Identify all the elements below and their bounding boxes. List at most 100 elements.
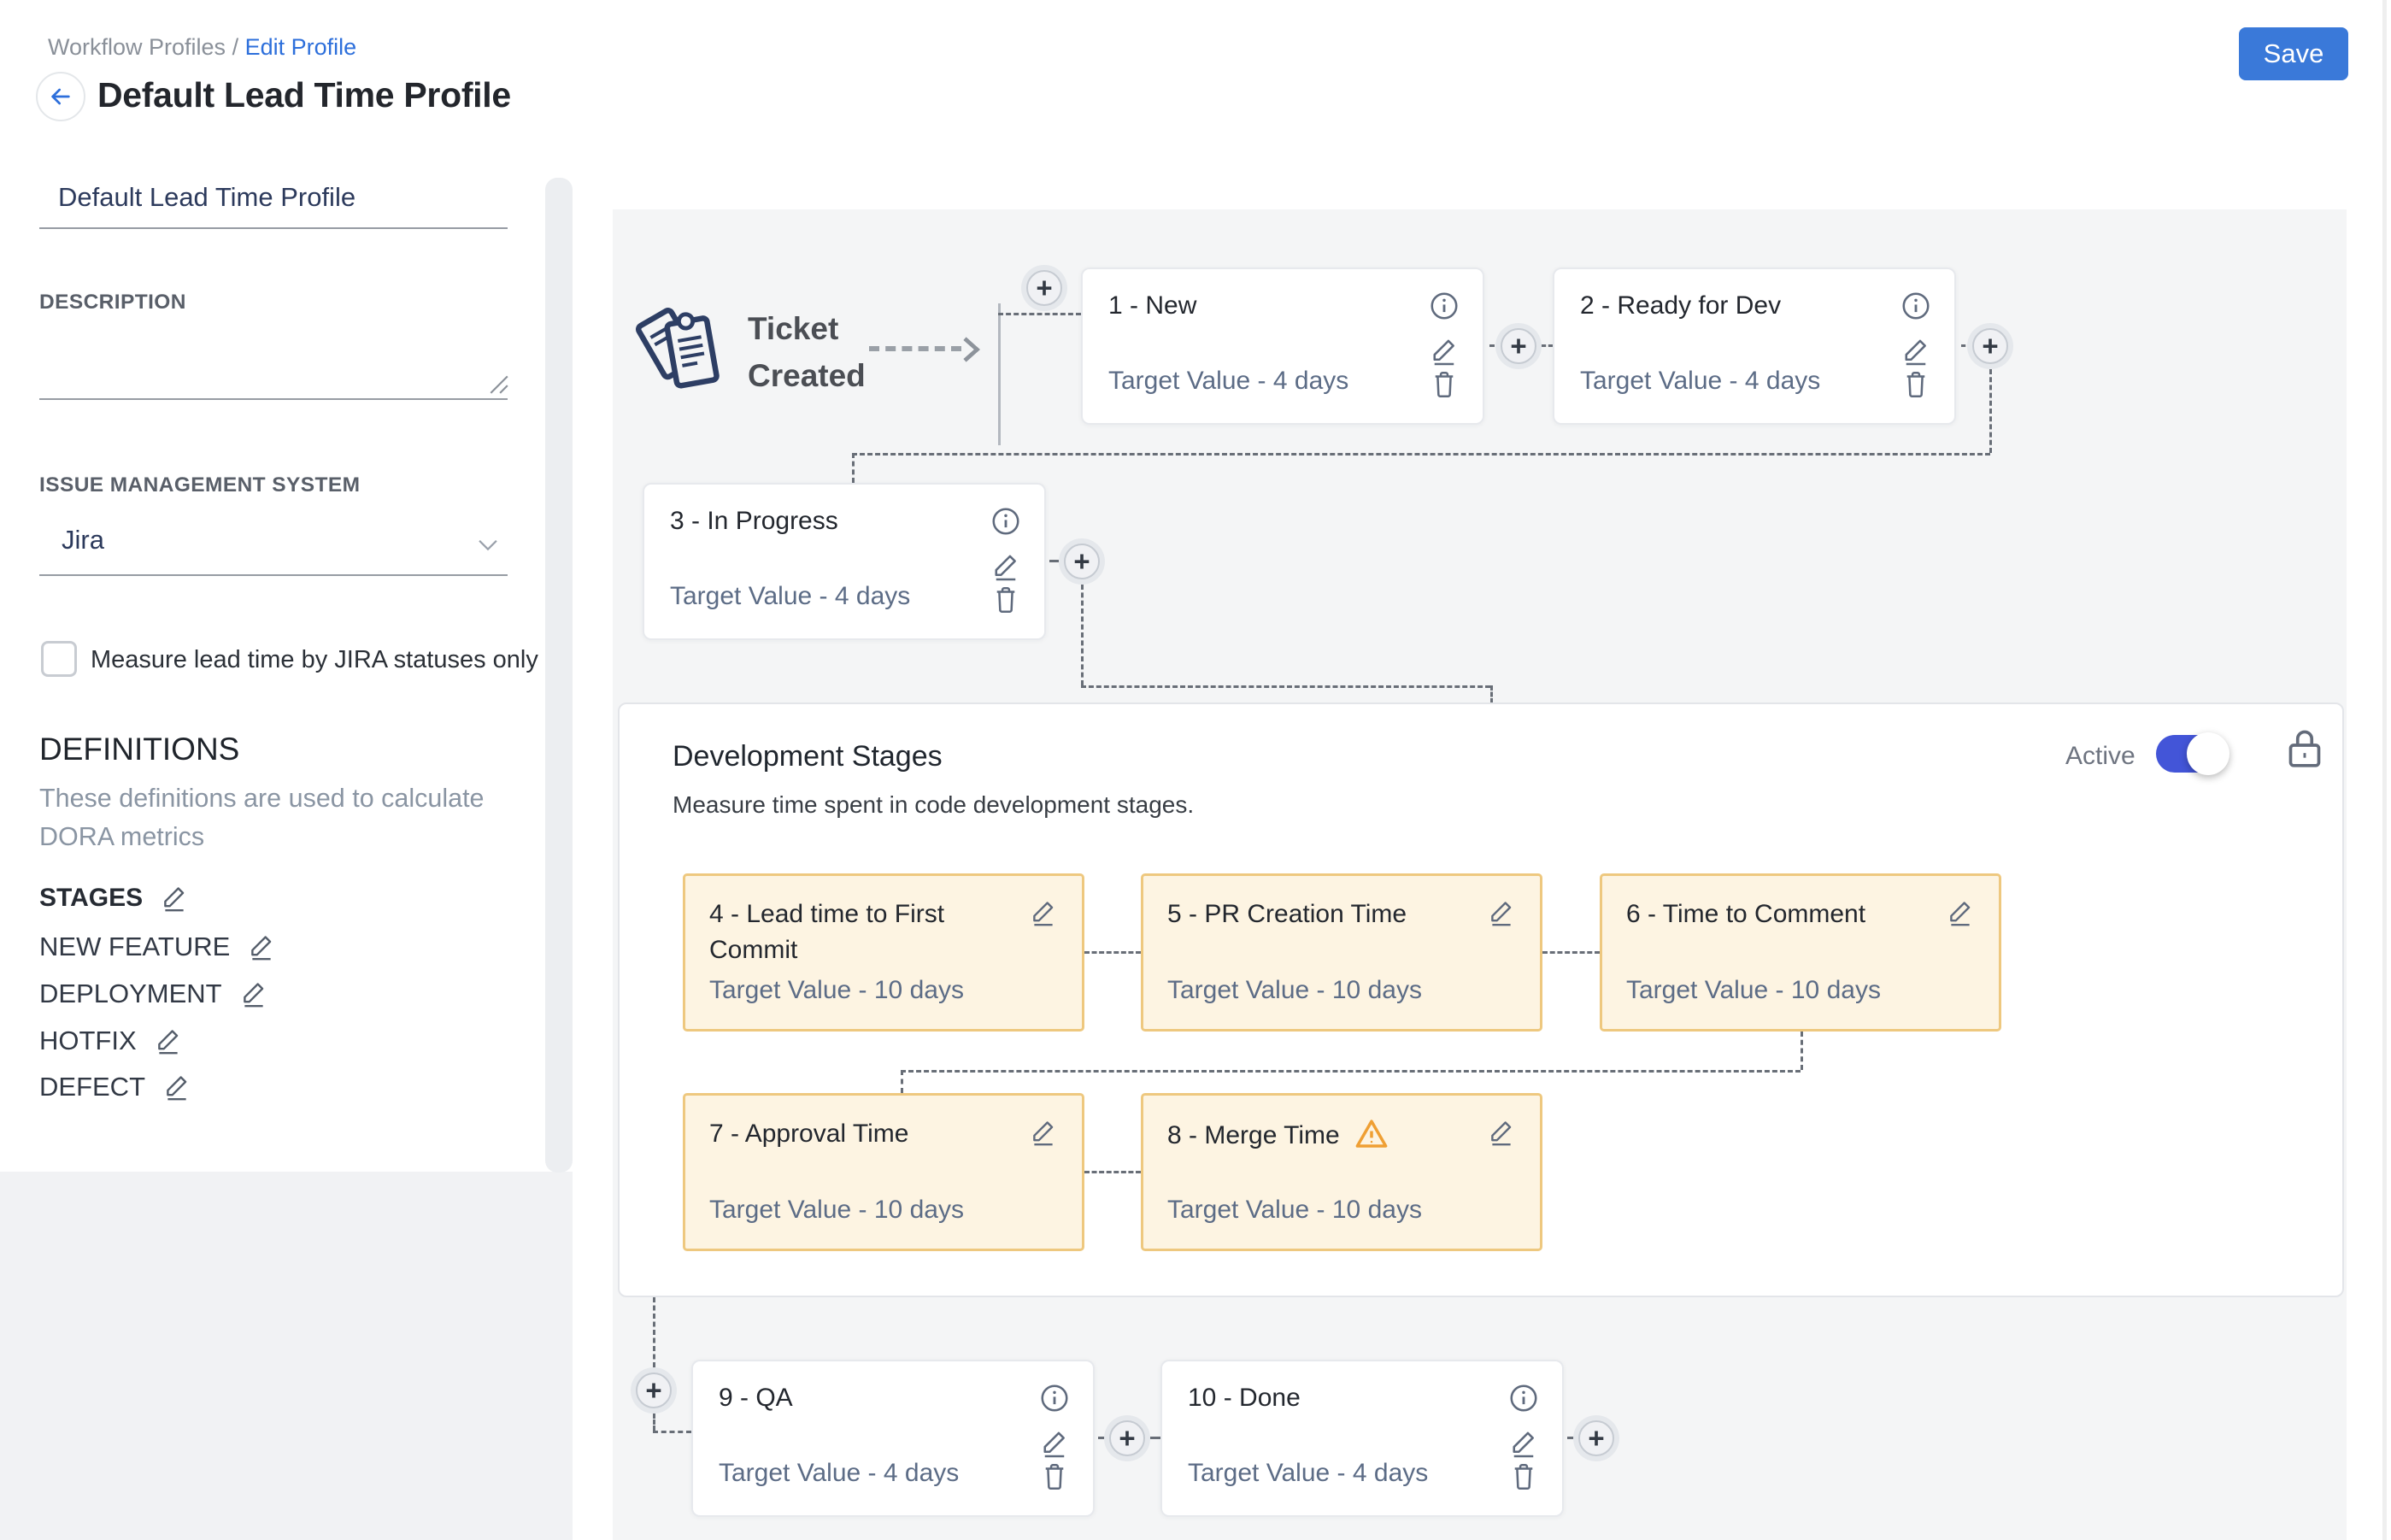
- delete-stage-icon[interactable]: [1900, 368, 1932, 401]
- dev-stage-card[interactable]: 5 - PR Creation Time Target Value - 10 d…: [1141, 873, 1542, 1032]
- stage-card[interactable]: 9 - QA Target Value - 4 days: [691, 1360, 1095, 1517]
- dev-stage-target-value: Target Value - 10 days: [1626, 976, 1881, 1005]
- edit-stage-icon[interactable]: [1487, 898, 1516, 927]
- resize-handle-icon[interactable]: [487, 373, 509, 395]
- dev-stage-card[interactable]: 8 - Merge Time Target Value - 10 days: [1141, 1093, 1542, 1251]
- start-node-label: Ticket Created: [748, 305, 866, 399]
- info-icon[interactable]: [1428, 290, 1460, 322]
- edit-stage-icon[interactable]: [990, 551, 1021, 582]
- dev-stage-name: 5 - PR Creation Time: [1167, 896, 1451, 932]
- edit-stage-icon[interactable]: [1508, 1428, 1539, 1459]
- definitions-description: These definitions are used to calculate …: [39, 779, 488, 856]
- back-button[interactable]: [36, 72, 85, 121]
- dev-stage-card[interactable]: 6 - Time to Comment Target Value - 10 da…: [1600, 873, 2001, 1032]
- stage-target-value: Target Value - 4 days: [670, 582, 910, 611]
- sidebar-scrollbar[interactable]: [545, 178, 573, 1173]
- save-button[interactable]: Save: [2239, 27, 2348, 80]
- edit-new-feature-icon[interactable]: [247, 932, 276, 961]
- stage-type-row: NEW FEATURE: [39, 932, 276, 962]
- edit-stage-icon[interactable]: [1039, 1428, 1070, 1459]
- connector: [1084, 951, 1141, 954]
- edit-stage-icon[interactable]: [1900, 336, 1931, 367]
- info-icon[interactable]: [1038, 1382, 1071, 1414]
- stage-target-value: Target Value - 4 days: [1108, 367, 1348, 396]
- profile-name-input[interactable]: [39, 176, 508, 229]
- add-stage-button[interactable]: +: [1578, 1420, 1614, 1456]
- dev-stage-target-value: Target Value - 10 days: [1167, 976, 1422, 1005]
- delete-stage-icon[interactable]: [990, 584, 1022, 616]
- info-icon[interactable]: [1507, 1382, 1540, 1414]
- dev-stage-target-value: Target Value - 10 days: [709, 1196, 964, 1225]
- delete-stage-icon[interactable]: [1038, 1461, 1071, 1493]
- add-stage-button[interactable]: +: [1109, 1420, 1145, 1456]
- connector: [1049, 560, 1059, 562]
- stages-heading: STAGES: [39, 884, 143, 913]
- jira-statuses-checkbox-label: Measure lead time by JIRA statuses only: [91, 646, 538, 674]
- page-title: Default Lead Time Profile: [97, 75, 511, 115]
- delete-stage-icon[interactable]: [1507, 1461, 1540, 1493]
- connector: [998, 313, 1081, 315]
- edit-stages-icon[interactable]: [160, 884, 189, 913]
- connector: [1490, 685, 1493, 703]
- dev-panel-subtitle: Measure time spent in code development s…: [673, 791, 1194, 819]
- edit-stage-icon[interactable]: [1029, 898, 1058, 927]
- delete-stage-icon[interactable]: [1428, 368, 1460, 401]
- stage-type-row: DEPLOYMENT: [39, 979, 268, 1009]
- warning-icon[interactable]: [1354, 1116, 1389, 1149]
- dev-stage-name: 7 - Approval Time: [709, 1116, 993, 1152]
- connector: [852, 453, 1990, 456]
- stage-name: 2 - Ready for Dev: [1580, 291, 1781, 320]
- edit-stage-icon[interactable]: [1487, 1118, 1516, 1147]
- chevron-down-icon: [473, 530, 502, 559]
- stage-target-value: Target Value - 4 days: [719, 1459, 959, 1488]
- breadcrumb-section[interactable]: Workflow Profiles: [48, 34, 226, 60]
- entry-line: [998, 303, 1001, 445]
- start-node-line2: Created: [748, 352, 866, 399]
- dev-stage-target-value: Target Value - 10 days: [709, 976, 964, 1005]
- edit-deployment-icon[interactable]: [239, 979, 268, 1008]
- definitions-heading: DEFINITIONS: [39, 732, 239, 767]
- arrow-left-icon: [47, 83, 74, 110]
- issue-management-value: Jira: [62, 525, 104, 555]
- breadcrumb-current[interactable]: Edit Profile: [245, 34, 357, 60]
- connector: [1989, 369, 1992, 453]
- connector: [1542, 344, 1553, 347]
- edit-stage-icon[interactable]: [1029, 1118, 1058, 1147]
- stage-type-row: DEFECT: [39, 1072, 191, 1102]
- workflow-canvas: Ticket Created + + + 1 - New Target Valu…: [613, 209, 2347, 1540]
- edit-defect-icon[interactable]: [162, 1073, 191, 1102]
- dev-stage-name: 4 - Lead time to First Commit: [709, 896, 993, 968]
- dev-stage-card[interactable]: 7 - Approval Time Target Value - 10 days: [683, 1093, 1084, 1251]
- info-icon[interactable]: [990, 505, 1022, 538]
- edit-stage-icon[interactable]: [1946, 898, 1975, 927]
- description-textarea[interactable]: [39, 318, 508, 400]
- stage-card[interactable]: 3 - In Progress Target Value - 4 days: [643, 483, 1046, 640]
- issue-management-select[interactable]: Jira: [39, 511, 508, 576]
- dev-stage-card[interactable]: 4 - Lead time to First Commit Target Val…: [683, 873, 1084, 1032]
- lock-icon[interactable]: [2286, 726, 2323, 773]
- development-stages-panel: Development Stages Measure time spent in…: [618, 702, 2344, 1297]
- add-stage-button[interactable]: +: [636, 1372, 672, 1408]
- stage-card[interactable]: 2 - Ready for Dev Target Value - 4 days: [1553, 267, 1956, 425]
- active-toggle[interactable]: [2156, 735, 2226, 773]
- info-icon[interactable]: [1900, 290, 1932, 322]
- edit-hotfix-icon[interactable]: [154, 1026, 183, 1055]
- add-stage-button[interactable]: +: [1064, 544, 1100, 579]
- breadcrumb-separator: /: [226, 34, 245, 60]
- add-stage-button[interactable]: +: [1501, 328, 1536, 364]
- stage-type-label: HOTFIX: [39, 1026, 137, 1056]
- add-stage-button[interactable]: +: [1026, 270, 1062, 306]
- sidebar-background: [0, 1172, 573, 1540]
- connector: [653, 1431, 691, 1433]
- page-scrollbar[interactable]: [2382, 0, 2387, 1540]
- add-stage-button[interactable]: +: [1972, 328, 2008, 364]
- stage-target-value: Target Value - 4 days: [1580, 367, 1820, 396]
- edit-stage-icon[interactable]: [1429, 336, 1460, 367]
- stage-name: 3 - In Progress: [670, 507, 838, 536]
- stage-name: 9 - QA: [719, 1384, 793, 1413]
- stage-card[interactable]: 1 - New Target Value - 4 days: [1081, 267, 1484, 425]
- connector: [653, 1414, 655, 1431]
- jira-statuses-checkbox[interactable]: [41, 641, 77, 677]
- start-node-line1: Ticket: [748, 305, 866, 352]
- stage-card[interactable]: 10 - Done Target Value - 4 days: [1160, 1360, 1564, 1517]
